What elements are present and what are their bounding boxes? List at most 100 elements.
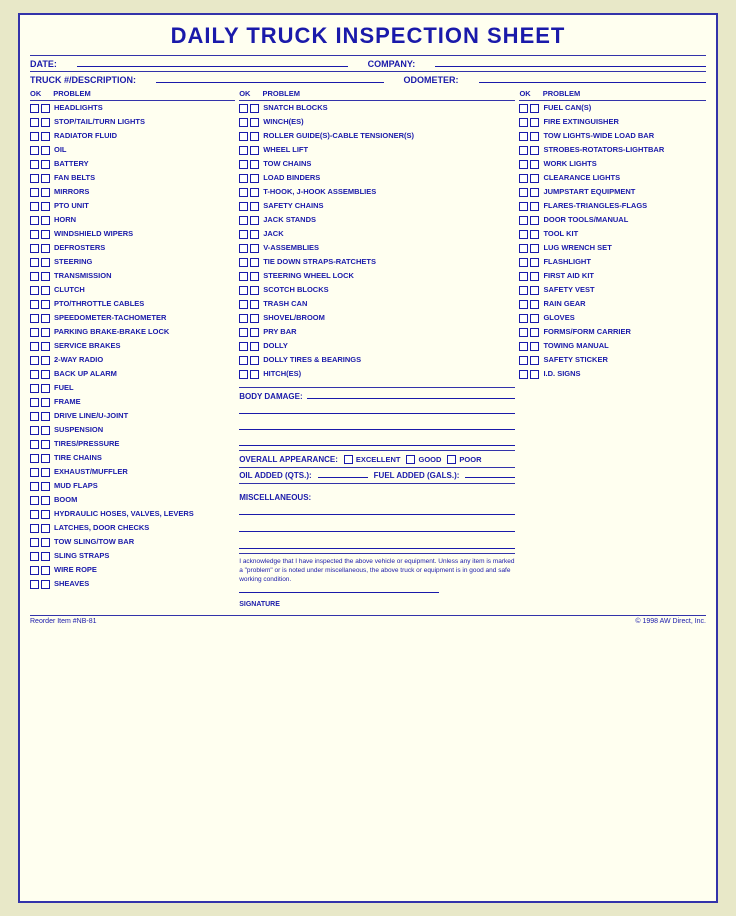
ok-checkbox[interactable]: [30, 314, 39, 323]
problem-checkbox[interactable]: [41, 188, 50, 197]
problem-checkbox[interactable]: [41, 496, 50, 505]
ok-checkbox[interactable]: [30, 258, 39, 267]
ok-checkbox[interactable]: [30, 104, 39, 113]
problem-checkbox[interactable]: [530, 188, 539, 197]
ok-checkbox[interactable]: [30, 160, 39, 169]
ok-checkbox[interactable]: [30, 370, 39, 379]
ok-checkbox[interactable]: [239, 188, 248, 197]
problem-checkbox[interactable]: [41, 398, 50, 407]
problem-checkbox[interactable]: [250, 272, 259, 281]
ok-checkbox[interactable]: [30, 496, 39, 505]
problem-checkbox[interactable]: [530, 244, 539, 253]
problem-checkbox[interactable]: [530, 342, 539, 351]
ok-checkbox[interactable]: [30, 342, 39, 351]
problem-checkbox[interactable]: [41, 468, 50, 477]
ok-checkbox[interactable]: [30, 286, 39, 295]
ok-checkbox[interactable]: [519, 160, 528, 169]
problem-checkbox[interactable]: [41, 552, 50, 561]
ok-checkbox[interactable]: [519, 356, 528, 365]
problem-checkbox[interactable]: [41, 244, 50, 253]
problem-checkbox[interactable]: [41, 174, 50, 183]
problem-checkbox[interactable]: [530, 202, 539, 211]
ok-checkbox[interactable]: [519, 146, 528, 155]
ok-checkbox[interactable]: [519, 300, 528, 309]
problem-checkbox[interactable]: [41, 258, 50, 267]
problem-checkbox[interactable]: [41, 104, 50, 113]
problem-checkbox[interactable]: [530, 160, 539, 169]
ok-checkbox[interactable]: [239, 328, 248, 337]
ok-checkbox[interactable]: [30, 440, 39, 449]
ok-checkbox[interactable]: [519, 202, 528, 211]
ok-checkbox[interactable]: [30, 230, 39, 239]
ok-checkbox[interactable]: [239, 356, 248, 365]
problem-checkbox[interactable]: [250, 104, 259, 113]
ok-checkbox[interactable]: [239, 244, 248, 253]
ok-checkbox[interactable]: [30, 202, 39, 211]
ok-checkbox[interactable]: [239, 342, 248, 351]
problem-checkbox[interactable]: [41, 510, 50, 519]
problem-checkbox[interactable]: [250, 216, 259, 225]
problem-checkbox[interactable]: [41, 300, 50, 309]
problem-checkbox[interactable]: [250, 356, 259, 365]
problem-checkbox[interactable]: [250, 160, 259, 169]
ok-checkbox[interactable]: [239, 370, 248, 379]
ok-checkbox[interactable]: [519, 286, 528, 295]
ok-checkbox[interactable]: [519, 370, 528, 379]
ok-checkbox[interactable]: [519, 188, 528, 197]
ok-checkbox[interactable]: [239, 160, 248, 169]
ok-checkbox[interactable]: [30, 566, 39, 575]
ok-checkbox[interactable]: [30, 468, 39, 477]
problem-checkbox[interactable]: [250, 342, 259, 351]
ok-checkbox[interactable]: [239, 314, 248, 323]
problem-checkbox[interactable]: [250, 146, 259, 155]
ok-checkbox[interactable]: [30, 482, 39, 491]
ok-checkbox[interactable]: [239, 104, 248, 113]
problem-checkbox[interactable]: [41, 216, 50, 225]
problem-checkbox[interactable]: [41, 412, 50, 421]
ok-checkbox[interactable]: [30, 398, 39, 407]
problem-checkbox[interactable]: [530, 216, 539, 225]
problem-checkbox[interactable]: [530, 328, 539, 337]
problem-checkbox[interactable]: [250, 230, 259, 239]
ok-checkbox[interactable]: [30, 538, 39, 547]
ok-checkbox[interactable]: [30, 174, 39, 183]
ok-checkbox[interactable]: [30, 244, 39, 253]
ok-checkbox[interactable]: [239, 230, 248, 239]
ok-checkbox[interactable]: [30, 272, 39, 281]
problem-checkbox[interactable]: [41, 454, 50, 463]
problem-checkbox[interactable]: [41, 538, 50, 547]
problem-checkbox[interactable]: [41, 230, 50, 239]
problem-checkbox[interactable]: [530, 118, 539, 127]
problem-checkbox[interactable]: [41, 160, 50, 169]
ok-checkbox[interactable]: [519, 314, 528, 323]
problem-checkbox[interactable]: [250, 188, 259, 197]
ok-checkbox[interactable]: [30, 300, 39, 309]
ok-checkbox[interactable]: [30, 510, 39, 519]
problem-checkbox[interactable]: [41, 580, 50, 589]
problem-checkbox[interactable]: [41, 342, 50, 351]
problem-checkbox[interactable]: [530, 356, 539, 365]
ok-checkbox[interactable]: [30, 524, 39, 533]
ok-checkbox[interactable]: [30, 552, 39, 561]
ok-checkbox[interactable]: [30, 118, 39, 127]
problem-checkbox[interactable]: [41, 314, 50, 323]
ok-checkbox[interactable]: [30, 146, 39, 155]
problem-checkbox[interactable]: [250, 132, 259, 141]
ok-checkbox[interactable]: [519, 216, 528, 225]
problem-checkbox[interactable]: [250, 300, 259, 309]
problem-checkbox[interactable]: [41, 272, 50, 281]
ok-checkbox[interactable]: [239, 286, 248, 295]
problem-checkbox[interactable]: [250, 370, 259, 379]
ok-checkbox[interactable]: [30, 216, 39, 225]
ok-checkbox[interactable]: [519, 104, 528, 113]
poor-checkbox[interactable]: [447, 455, 456, 464]
problem-checkbox[interactable]: [530, 104, 539, 113]
problem-checkbox[interactable]: [530, 314, 539, 323]
ok-checkbox[interactable]: [30, 412, 39, 421]
ok-checkbox[interactable]: [30, 188, 39, 197]
problem-checkbox[interactable]: [530, 230, 539, 239]
problem-checkbox[interactable]: [41, 524, 50, 533]
ok-checkbox[interactable]: [519, 258, 528, 267]
problem-checkbox[interactable]: [250, 328, 259, 337]
problem-checkbox[interactable]: [41, 426, 50, 435]
